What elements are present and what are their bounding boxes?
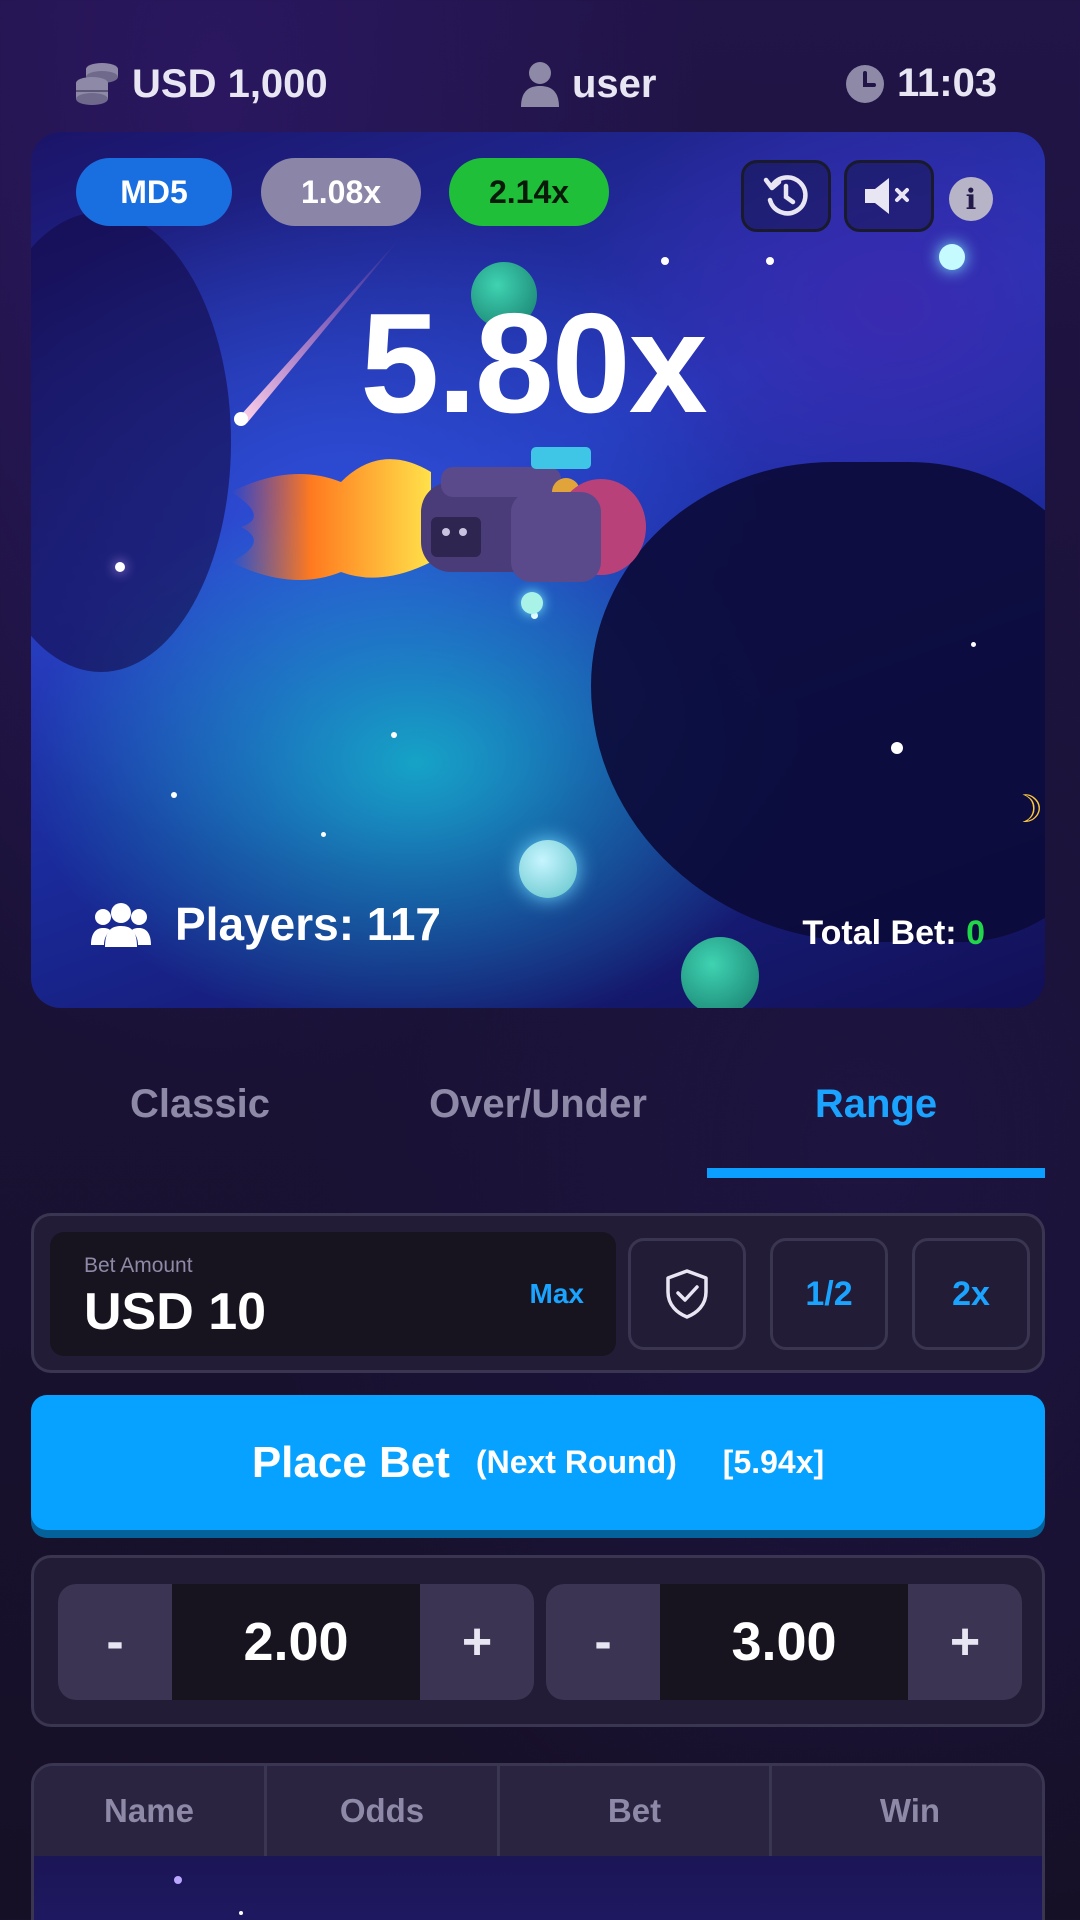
auto-cashout-button[interactable]: [628, 1238, 746, 1350]
range-high-stepper: - 3.00 +: [546, 1584, 1022, 1700]
star: [321, 832, 326, 837]
game-stage: ☽ MD5 1.08x 2.14x i 5.80x Players: 117 T…: [31, 132, 1045, 1008]
username: user: [572, 61, 657, 106]
bet-amount-field[interactable]: Bet Amount USD 10 Max: [50, 1232, 616, 1356]
range-low-increment-button[interactable]: +: [420, 1584, 534, 1700]
user-info: user: [520, 61, 657, 107]
table-body: [34, 1856, 1042, 1920]
history-multiplier-pill: 2.14x: [449, 158, 609, 226]
star: [391, 732, 397, 738]
place-bet-label: Place Bet: [251, 1437, 450, 1487]
balance: USD 1,000: [72, 61, 328, 107]
sound-toggle-button[interactable]: [844, 160, 934, 232]
column-header-bet[interactable]: Bet: [500, 1766, 772, 1856]
double-bet-button[interactable]: 2x: [912, 1238, 1030, 1350]
users-icon: [91, 901, 151, 947]
asteroid-bottom: [681, 937, 759, 1008]
half-bet-button[interactable]: 1/2: [770, 1238, 888, 1350]
active-tab-indicator: [707, 1168, 1045, 1178]
total-bet-label: Total Bet:: [802, 914, 957, 952]
bet-amount-panel: Bet Amount USD 10 Max 1/2 2x: [31, 1213, 1045, 1373]
players-count: Players: 117: [91, 897, 441, 951]
clock-icon: [845, 64, 885, 104]
bet-amount-label: Bet Amount: [84, 1254, 193, 1277]
history-button[interactable]: [741, 160, 831, 232]
coins-icon: [72, 61, 120, 107]
star: [766, 257, 774, 265]
place-bet-round: (Next Round): [475, 1444, 677, 1480]
tab-classic[interactable]: Classic: [31, 1082, 369, 1127]
clock: 11:03: [845, 61, 997, 106]
tab-over-under[interactable]: Over/Under: [369, 1082, 707, 1127]
range-high-decrement-button[interactable]: -: [546, 1584, 660, 1700]
players-label: Players: 117: [175, 898, 442, 950]
history-icon: [763, 175, 808, 216]
range-low-decrement-button[interactable]: -: [58, 1584, 172, 1700]
range-panel: - 2.00 + - 3.00 +: [31, 1555, 1045, 1727]
range-high-value[interactable]: 3.00: [660, 1584, 908, 1700]
star: [971, 642, 976, 647]
star: [115, 562, 125, 572]
balance-text: USD 1,000: [132, 61, 328, 106]
column-header-win[interactable]: Win: [772, 1766, 1042, 1856]
star: [891, 742, 903, 754]
info-icon: i: [965, 182, 977, 216]
max-bet-button[interactable]: Max: [530, 1278, 584, 1310]
rocket-icon: [231, 447, 646, 582]
user-icon: [520, 61, 560, 107]
range-high-increment-button[interactable]: +: [908, 1584, 1022, 1700]
top-bar: USD 1,000 user 11:03: [0, 45, 1080, 130]
star: [174, 1876, 182, 1884]
clock-time: 11:03: [897, 61, 998, 105]
place-bet-button[interactable]: Place Bet (Next Round) [5.94x]: [31, 1395, 1045, 1530]
moon-icon: ☽: [1009, 789, 1044, 831]
star: [171, 792, 177, 798]
bet-mode-tabs: Classic Over/Under Range: [31, 1040, 1045, 1180]
total-bet: Total Bet: 0: [802, 914, 985, 953]
glowing-orb: [519, 840, 577, 898]
md5-pill[interactable]: MD5: [76, 158, 232, 226]
info-button[interactable]: i: [949, 177, 993, 221]
tab-range[interactable]: Range: [707, 1082, 1045, 1127]
star: [239, 1911, 243, 1915]
column-header-odds[interactable]: Odds: [267, 1766, 500, 1856]
bets-table: Name Odds Bet Win: [31, 1763, 1045, 1920]
shield-check-icon: [666, 1269, 708, 1319]
bet-amount-value[interactable]: USD 10: [84, 1282, 266, 1342]
table-header: Name Odds Bet Win: [34, 1766, 1042, 1856]
place-bet-odds: [5.94x]: [722, 1444, 825, 1480]
glowing-orb-small: [939, 244, 965, 270]
column-header-name[interactable]: Name: [34, 1766, 267, 1856]
speaker-muted-icon: [865, 178, 909, 214]
total-bet-value: 0: [966, 914, 985, 952]
star: [661, 257, 669, 265]
range-low-stepper: - 2.00 +: [58, 1584, 534, 1700]
range-low-value[interactable]: 2.00: [172, 1584, 420, 1700]
history-multiplier-pill: 1.08x: [261, 158, 421, 226]
